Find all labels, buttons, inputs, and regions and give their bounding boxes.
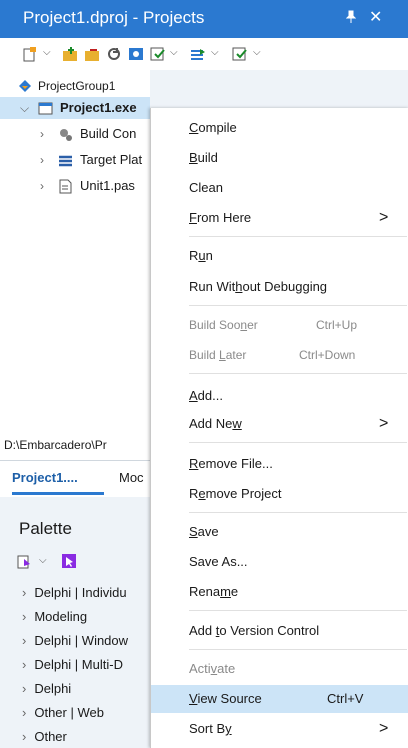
tree-item-unit[interactable]: › Unit1.pas <box>0 175 150 197</box>
pin-icon[interactable] <box>345 10 357 26</box>
menu-separator <box>189 236 407 237</box>
palette-item[interactable]: › Delphi | Individu <box>22 582 127 604</box>
menu-item-run-without-debugging[interactable]: Run Without Debugging <box>151 273 408 301</box>
menu-separator <box>189 610 407 611</box>
project-path: D:\Embarcadero\Pr <box>0 430 150 460</box>
project-group-icon <box>18 79 33 94</box>
menu-item-build-later: Build Later Ctrl+Down <box>189 348 356 362</box>
menu-item-run[interactable]: Run <box>151 242 408 270</box>
stack-icon <box>58 153 73 168</box>
window-title-bar: Project1.dproj - Projects ✕ <box>0 0 408 38</box>
chevron-right-icon: › <box>22 705 27 720</box>
new-item-icon[interactable] <box>22 46 38 62</box>
chevron-right-icon[interactable]: › <box>40 123 44 145</box>
chevron-right-icon: › <box>22 729 27 744</box>
menu-separator <box>189 649 407 650</box>
menu-item-build-sooner: Build Sooner Ctrl+Up <box>189 318 358 332</box>
sync-icon[interactable] <box>128 46 144 62</box>
gear-icon <box>58 127 73 142</box>
chevron-down-icon[interactable]: ⌵ <box>170 48 180 58</box>
submenu-arrow-icon: > <box>379 209 389 226</box>
palette-item[interactable]: › Modeling <box>22 606 87 628</box>
file-icon <box>58 179 73 194</box>
remove-icon[interactable] <box>84 46 100 62</box>
palette-panel: Palette ⌵ › Delphi | Individu › Modeling ›… <box>0 506 150 748</box>
window-title: Project1.dproj - Projects <box>23 8 205 27</box>
menu-item-add-new[interactable]: Add New > <box>151 410 408 438</box>
tab-active-indicator <box>12 492 104 495</box>
chevron-down-icon[interactable]: ⌵ <box>43 48 53 58</box>
palette-item[interactable]: › Delphi | Multi-D <box>22 654 123 676</box>
tree-item-project[interactable]: ⌵ Project1.exe <box>0 97 150 119</box>
menu-item-build[interactable]: Build <box>151 144 408 172</box>
chevron-down-icon[interactable]: ⌵ <box>211 48 221 58</box>
add-icon[interactable] <box>62 46 78 62</box>
close-icon[interactable]: ✕ <box>369 7 382 27</box>
submenu-arrow-icon: > <box>379 720 389 737</box>
menu-item-activate: Activate <box>189 661 236 676</box>
menu-item-sort-by[interactable]: Sort By > <box>151 715 408 743</box>
tree-item-target-platforms[interactable]: › Target Plat <box>0 149 150 171</box>
build-icon[interactable] <box>150 46 166 62</box>
menu-item-view-source[interactable]: View Source Ctrl+V <box>151 685 408 713</box>
chevron-right-icon: › <box>22 681 27 696</box>
palette-title: Palette <box>19 519 72 538</box>
refresh-icon[interactable] <box>106 46 122 62</box>
project-tree: ProjectGroup1 ⌵ Project1.exe › Build Con… <box>0 70 150 430</box>
menu-separator <box>189 305 407 306</box>
tab-model[interactable]: Moc <box>119 470 144 485</box>
chevron-right-icon: › <box>22 657 27 672</box>
menu-item-clean[interactable]: Clean <box>151 174 408 202</box>
chevron-right-icon: › <box>22 609 27 624</box>
menu-item-save-as[interactable]: Save As... <box>151 548 408 576</box>
palette-item[interactable]: › Delphi <box>22 678 71 700</box>
menu-separator <box>189 512 407 513</box>
menu-item-add[interactable]: Add... <box>151 382 408 410</box>
menu-item-from-here[interactable]: From Here > <box>151 204 408 232</box>
tab-project[interactable]: Project1.... <box>12 470 78 485</box>
menu-item-remove-project[interactable]: Remove Project <box>151 480 408 508</box>
palette-item[interactable]: › Other | Web <box>22 702 104 724</box>
chevron-down-icon[interactable]: ⌵ <box>39 555 47 566</box>
chevron-right-icon: › <box>22 585 27 600</box>
palette-new-icon[interactable] <box>17 553 33 572</box>
chevron-down-icon[interactable]: ⌵ <box>253 48 263 58</box>
chevron-right-icon[interactable]: › <box>40 175 44 197</box>
menu-separator <box>189 442 407 443</box>
tab-bar: Project1.... Moc <box>0 460 150 497</box>
pointer-icon[interactable] <box>61 553 77 572</box>
chevron-down-icon[interactable]: ⌵ <box>20 97 29 119</box>
menu-item-add-to-version-control[interactable]: Add to Version Control <box>151 617 408 645</box>
menu-item-save[interactable]: Save <box>151 518 408 546</box>
menu-item-rename[interactable]: Rename <box>151 578 408 606</box>
tree-item-build-config[interactable]: › Build Con <box>0 123 150 145</box>
submenu-arrow-icon: > <box>379 415 389 432</box>
build-config-icon[interactable] <box>232 46 248 62</box>
palette-item[interactable]: › Other <box>22 726 67 748</box>
tree-item-project-group[interactable]: ProjectGroup1 <box>0 75 150 97</box>
context-menu: Compile Build Clean From Here > Run Run … <box>150 108 408 748</box>
menu-separator <box>189 373 407 374</box>
palette-item[interactable]: › Delphi | Window <box>22 630 128 652</box>
menu-item-compile[interactable]: Compile <box>151 114 408 142</box>
project-exe-icon <box>38 101 53 116</box>
projects-toolbar: ⌵ ⌵ ⌵ ⌵ <box>0 38 408 70</box>
chevron-right-icon: › <box>22 633 27 648</box>
compile-all-icon[interactable] <box>190 46 206 62</box>
chevron-right-icon[interactable]: › <box>40 149 44 171</box>
menu-item-remove-file[interactable]: Remove File... <box>151 450 408 478</box>
